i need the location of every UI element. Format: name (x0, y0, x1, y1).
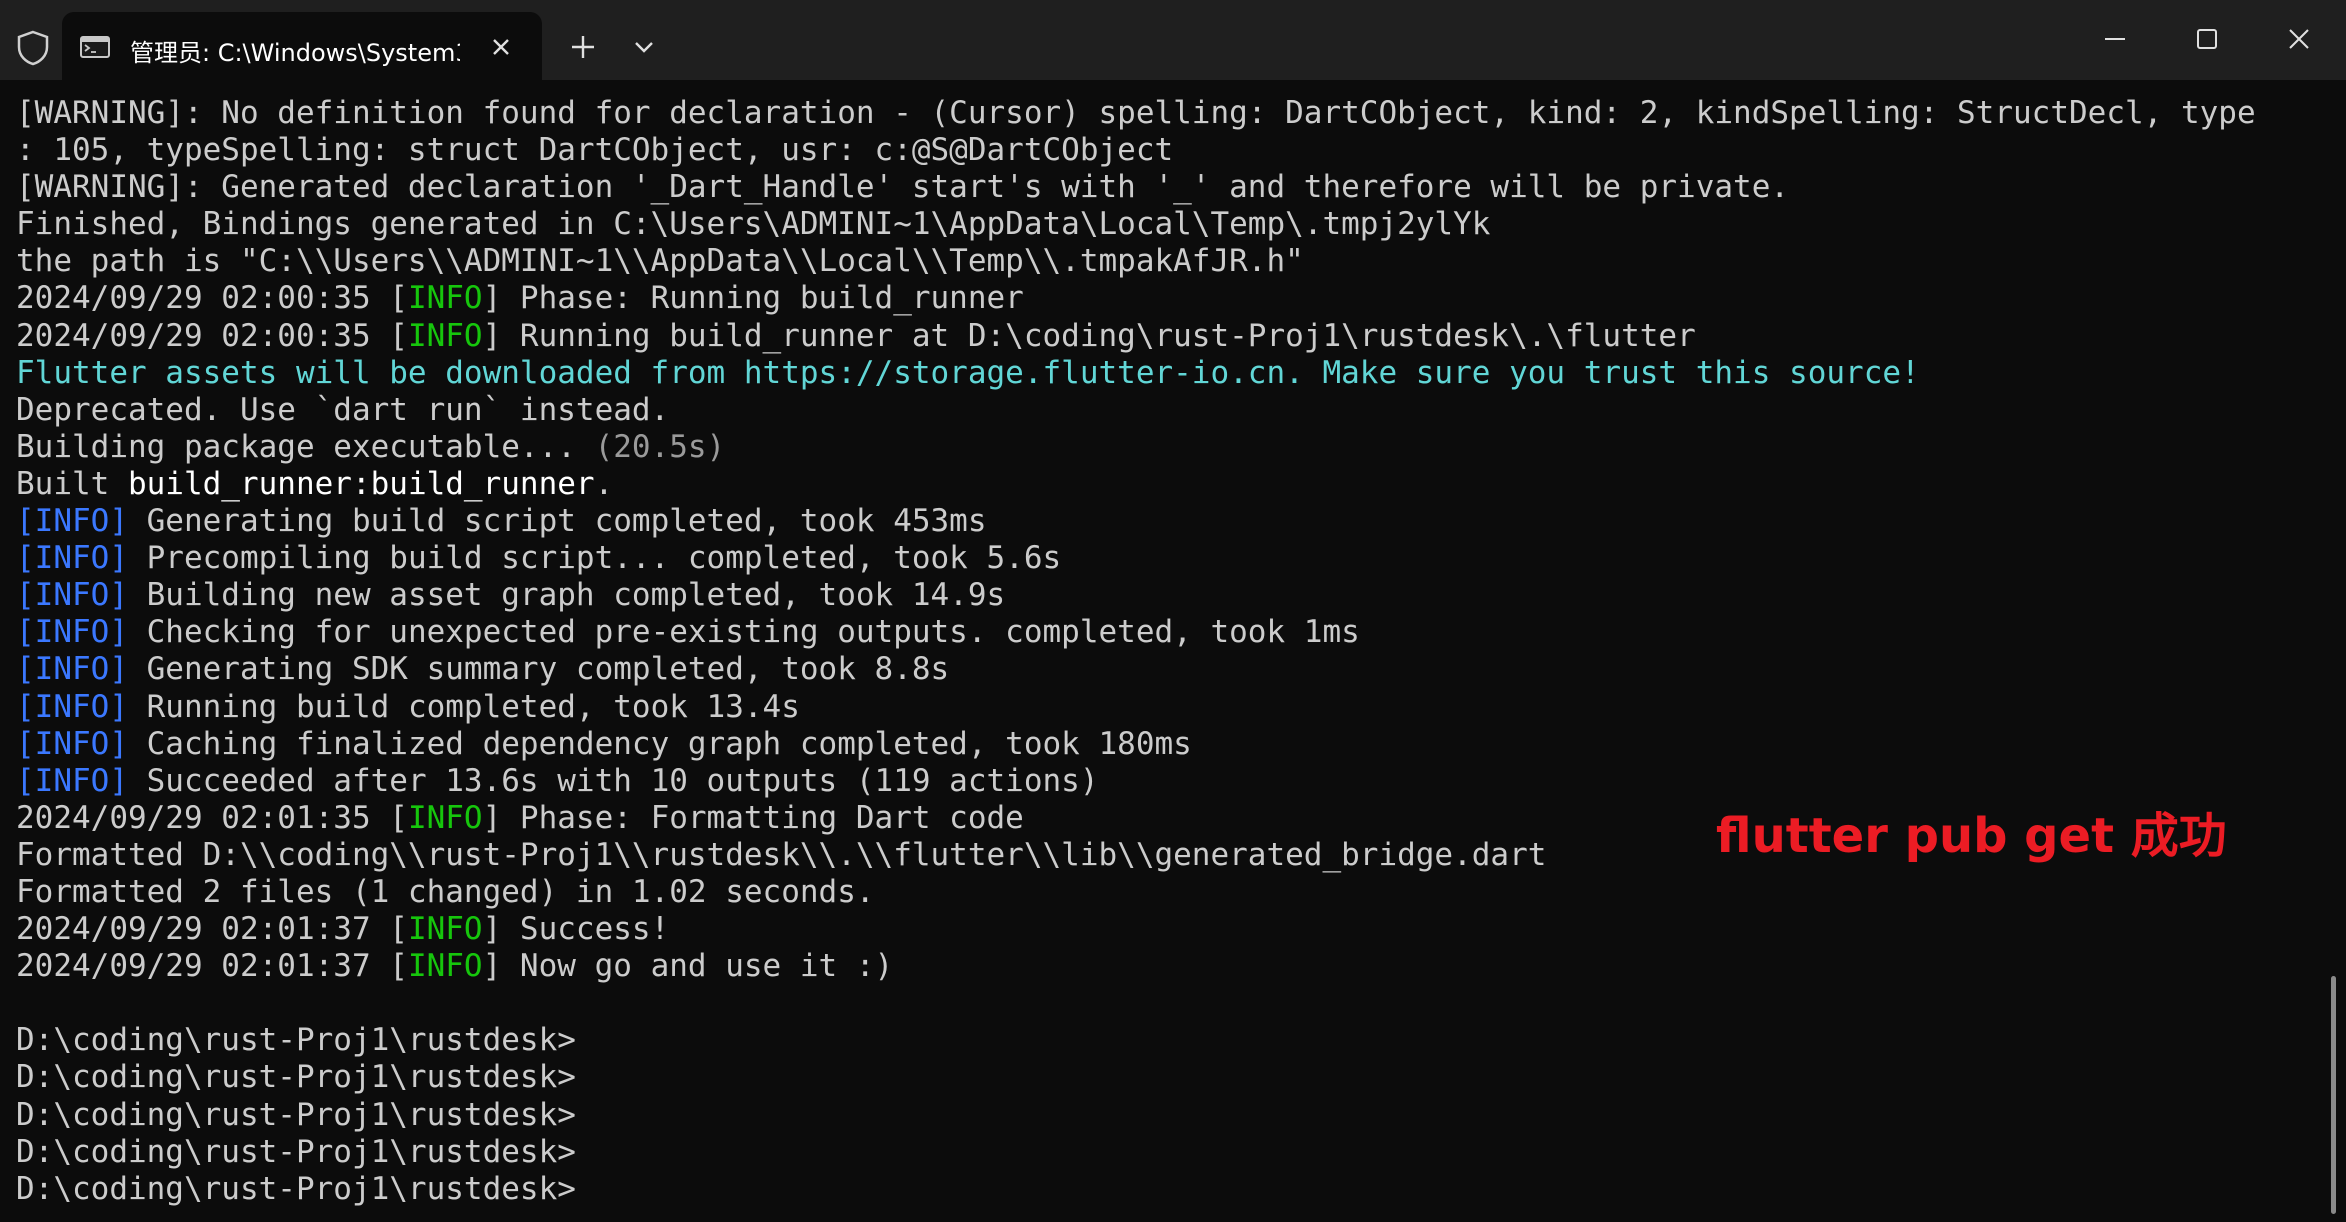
close-icon[interactable] (486, 32, 516, 62)
terminal-line: [INFO] Precompiling build script... comp… (16, 540, 2316, 577)
terminal-line: D:\coding\rust-Proj1\rustdesk> (16, 1170, 576, 1207)
terminal-app-icon (80, 36, 110, 58)
log-message: ] Success! (482, 911, 670, 948)
terminal-line: 2024/09/29 02:00:35 [INFO] Running build… (16, 318, 2316, 355)
terminal-line: Building package executable... (20.5s) (16, 429, 2316, 466)
info-tag: INFO (407, 911, 483, 948)
log-message: ] Running build_runner at D:\coding\rust… (482, 317, 1696, 354)
terminal-line: : 105, typeSpelling: struct DartCObject,… (16, 132, 1174, 169)
log-message: Checking for unexpected pre-existing out… (127, 614, 1360, 651)
log-message: Precompiling build script... completed, … (127, 540, 1062, 577)
terminal-line: 2024/09/29 02:01:37 [INFO] Success! (16, 911, 2316, 948)
maximize-icon[interactable] (2192, 24, 2222, 54)
title-bar: 管理员: C:\Windows\System32 (0, 0, 2346, 80)
log-message: Building package executable... (16, 428, 595, 465)
log-timestamp: 2024/09/29 02:01:35 [ (16, 799, 408, 836)
log-message: ] Phase: Formatting Dart code (482, 799, 1024, 836)
terminal-line: D:\coding\rust-Proj1\rustdesk> (16, 1133, 576, 1170)
terminal-line: [INFO] Checking for unexpected pre-exist… (16, 614, 2316, 651)
info-tag: [INFO] (16, 503, 128, 540)
info-tag: [INFO] (16, 577, 128, 614)
shield-icon (17, 30, 49, 66)
elapsed-time: (20.5s) (594, 428, 726, 465)
log-timestamp: 2024/09/29 02:01:37 [ (16, 911, 408, 948)
chevron-down-icon[interactable] (630, 36, 658, 58)
log-message: Generating build script completed, took … (127, 503, 987, 540)
terminal-line: the path is "C:\\Users\\ADMINI~1\\AppDat… (16, 243, 1304, 280)
scrollbar[interactable] (2331, 976, 2336, 1214)
terminal-line: Formatted 2 files (1 changed) in 1.02 se… (16, 873, 875, 910)
terminal-line: D:\coding\rust-Proj1\rustdesk> (16, 1059, 576, 1096)
terminal-line: [WARNING]: No definition found for decla… (16, 95, 2256, 131)
info-tag: [INFO] (16, 651, 128, 688)
log-message: Generating SDK summary completed, took 8… (127, 651, 950, 688)
log-message: ] Phase: Running build_runner (482, 280, 1024, 317)
terminal-line: [INFO] Building new asset graph complete… (16, 577, 2316, 614)
close-icon[interactable] (2284, 24, 2314, 54)
info-tag: [INFO] (16, 614, 128, 651)
terminal-output[interactable]: [WARNING]: No definition found for decla… (16, 95, 2316, 1215)
annotation-label: flutter pub get 成功 (1716, 808, 2227, 864)
terminal-line: 2024/09/29 02:00:35 [INFO] Phase: Runnin… (16, 280, 2316, 317)
info-tag: [INFO] (16, 725, 128, 762)
log-message: Running build completed, took 13.4s (127, 688, 800, 725)
terminal-line: D:\coding\rust-Proj1\rustdesk> (16, 1096, 576, 1133)
log-message: Building new asset graph completed, took… (127, 577, 1006, 614)
terminal-line: D:\coding\rust-Proj1\rustdesk> (16, 1022, 576, 1059)
log-timestamp: 2024/09/29 02:01:37 [ (16, 948, 408, 985)
log-timestamp: 2024/09/29 02:00:35 [ (16, 280, 408, 317)
terminal-line: [INFO] Generating SDK summary completed,… (16, 651, 2316, 688)
info-tag: [INFO] (16, 688, 128, 725)
terminal-line: 2024/09/29 02:01:37 [INFO] Now go and us… (16, 948, 2316, 985)
terminal-line: [INFO] Succeeded after 13.6s with 10 out… (16, 763, 2316, 800)
tab-title: 管理员: C:\Windows\System32 (130, 39, 460, 67)
terminal-line: [INFO] Caching finalized dependency grap… (16, 726, 2316, 763)
terminal-line: Deprecated. Use `dart run` instead. (16, 391, 670, 428)
terminal-line: Built build_runner:build_runner. (16, 466, 2316, 503)
log-message: Succeeded after 13.6s with 10 outputs (1… (127, 762, 1099, 799)
log-timestamp: 2024/09/29 02:00:35 [ (16, 317, 408, 354)
terminal-line: [INFO] Generating build script completed… (16, 503, 2316, 540)
minimize-icon[interactable] (2100, 24, 2130, 54)
log-message: ] Now go and use it :) (482, 948, 894, 985)
terminal-line: Finished, Bindings generated in C:\Users… (16, 206, 1491, 243)
terminal-line: [INFO] Running build completed, took 13.… (16, 689, 2316, 726)
plus-icon[interactable] (568, 32, 598, 62)
info-tag: INFO (407, 280, 483, 317)
package-name: build_runner:build_runner (127, 465, 595, 502)
terminal-line: [WARNING]: Generated declaration '_Dart_… (16, 169, 1790, 206)
info-tag: INFO (407, 317, 483, 354)
terminal-tab[interactable]: 管理员: C:\Windows\System32 (62, 12, 542, 80)
log-message: Built (16, 465, 128, 502)
terminal-line: Flutter assets will be downloaded from h… (16, 355, 2316, 392)
info-tag: [INFO] (16, 540, 128, 577)
log-message: Flutter assets will be downloaded from h… (16, 354, 1920, 391)
info-tag: INFO (407, 948, 483, 985)
log-message: Caching finalized dependency graph compl… (127, 725, 1192, 762)
info-tag: INFO (407, 799, 483, 836)
log-message: . (594, 465, 614, 502)
info-tag: [INFO] (16, 762, 128, 799)
